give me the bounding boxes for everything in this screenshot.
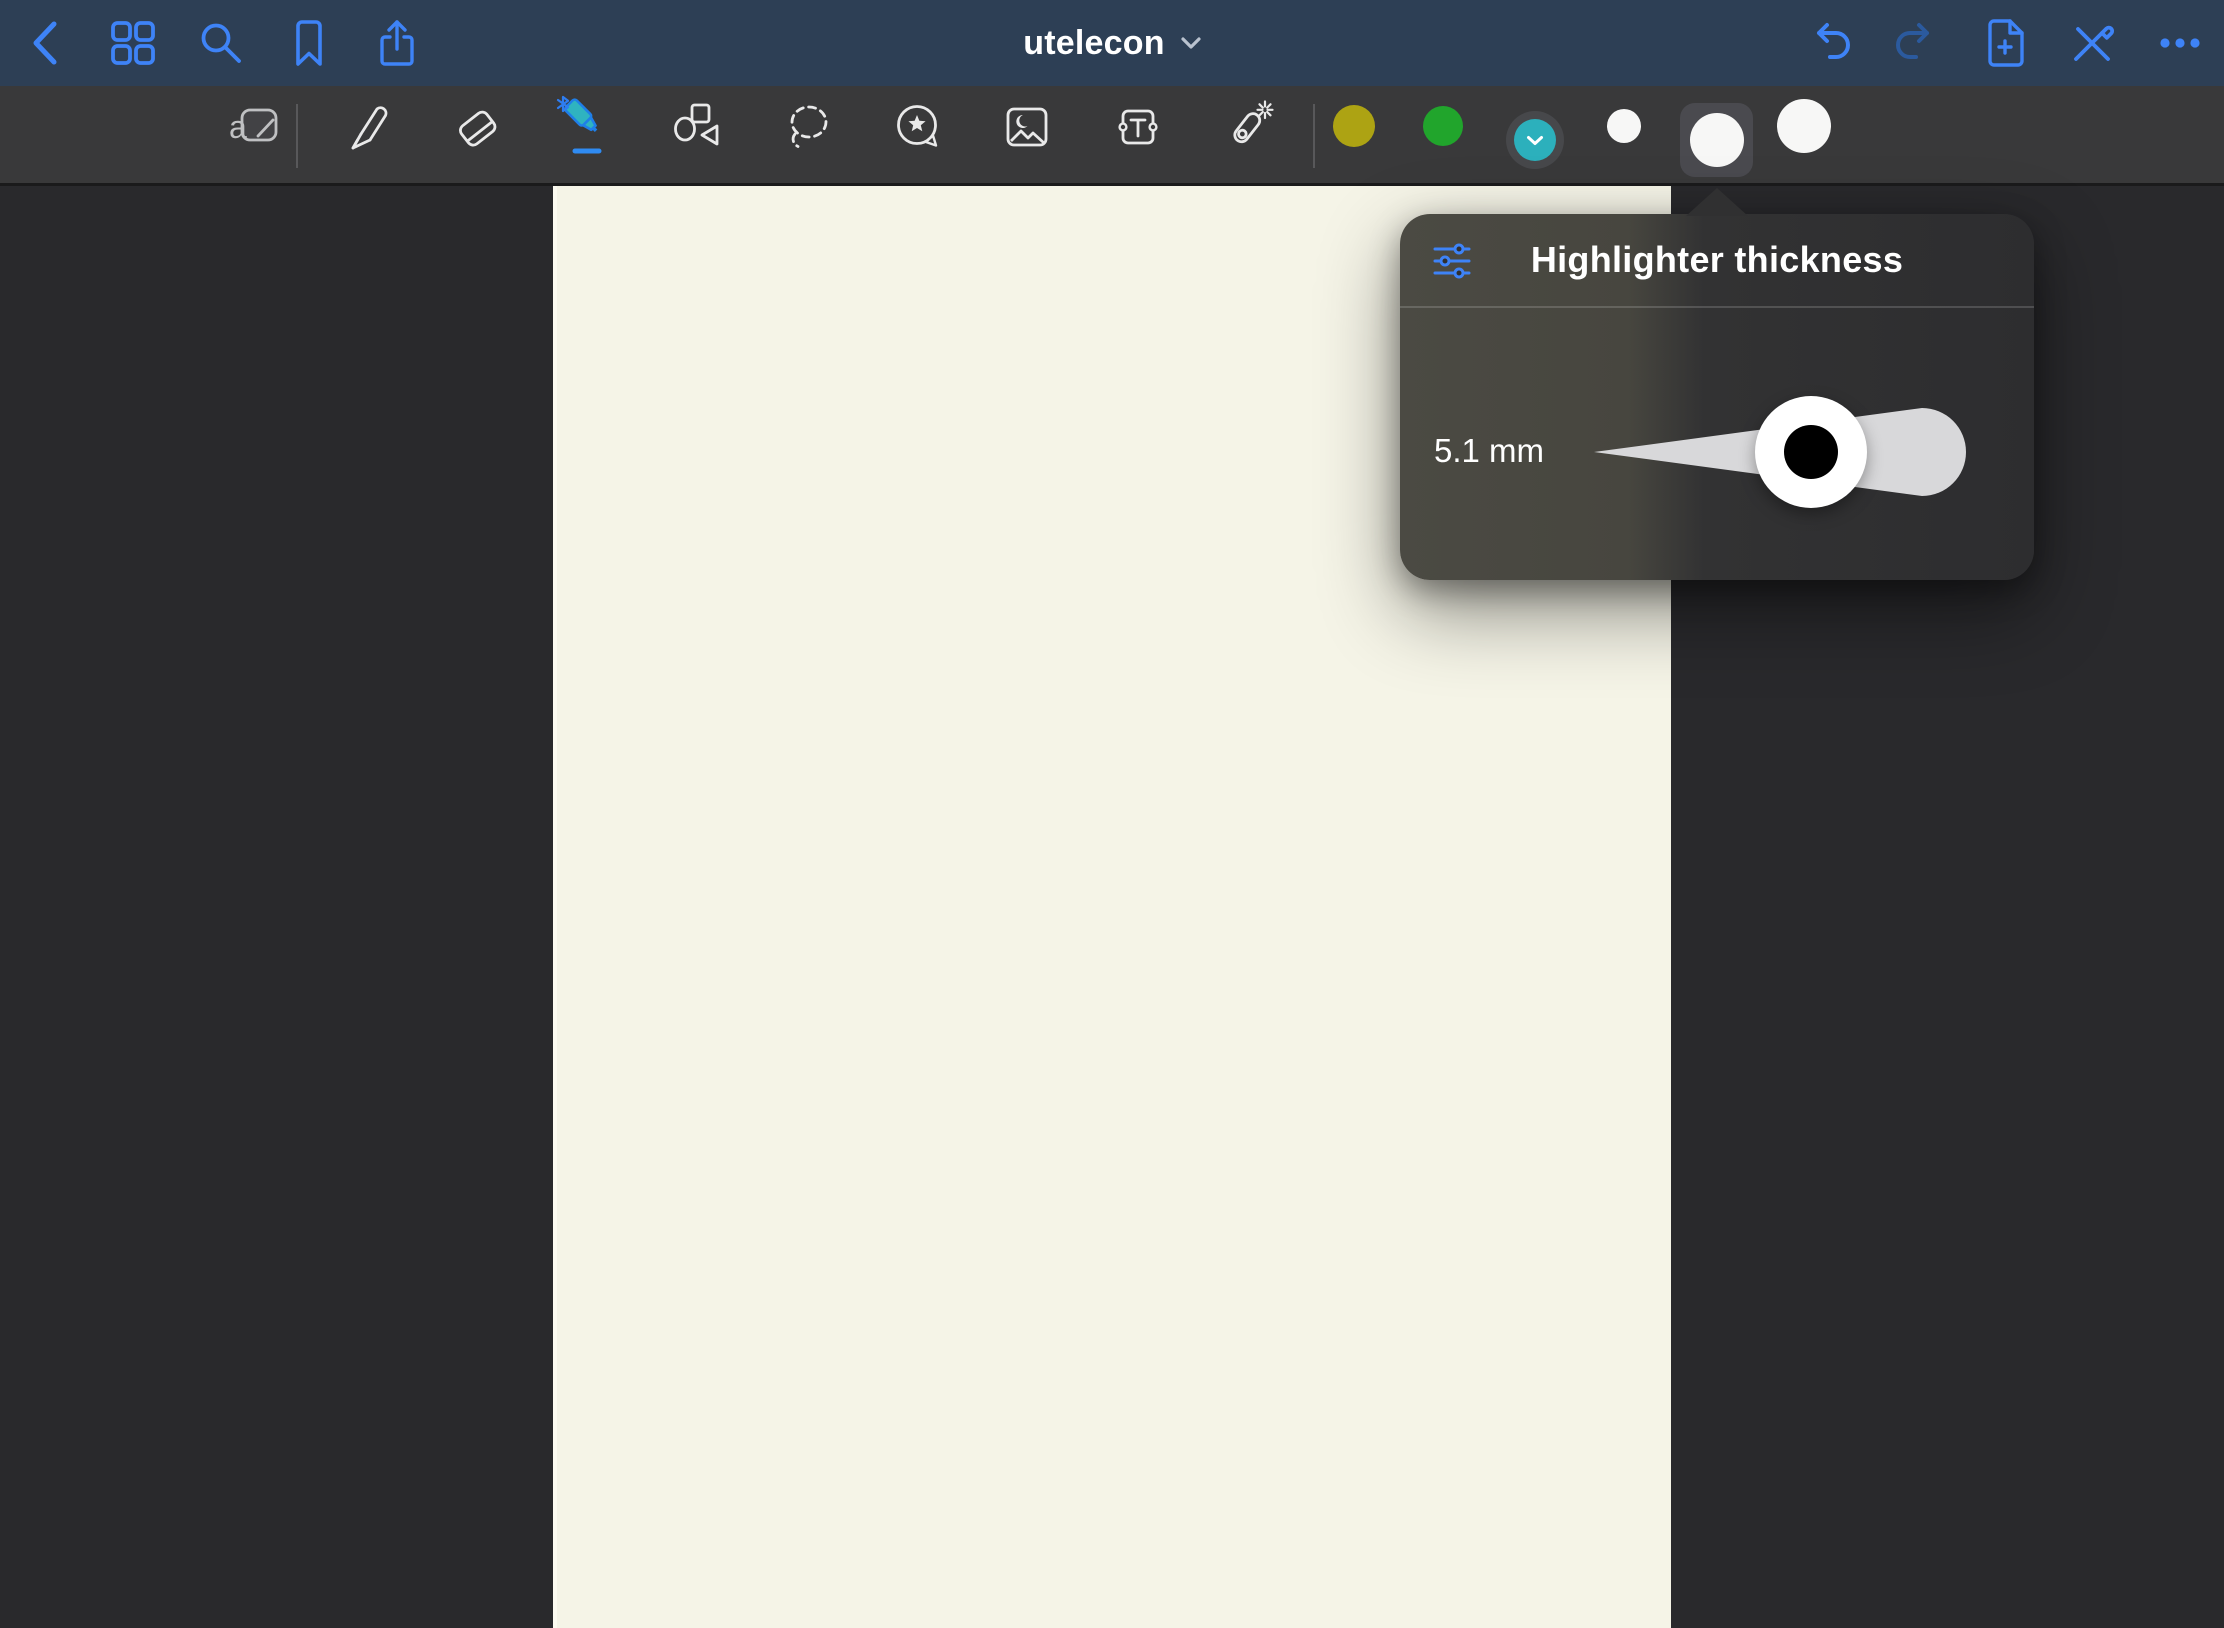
undo-button[interactable] bbox=[1801, 15, 1857, 71]
redo-icon bbox=[1891, 20, 1943, 66]
color-swatch-green[interactable] bbox=[1423, 106, 1463, 146]
lasso-tool[interactable] bbox=[776, 95, 840, 159]
zoom-window-tool[interactable]: a bbox=[224, 95, 288, 159]
pen-crossed-icon bbox=[2067, 18, 2117, 68]
elements-sticker-tool[interactable] bbox=[885, 95, 949, 159]
shapes-icon bbox=[670, 99, 726, 155]
laser-pointer-icon bbox=[1220, 99, 1276, 155]
thickness-preset-large[interactable] bbox=[1777, 99, 1831, 153]
drawing-toolbar: a bbox=[0, 86, 2224, 186]
thickness-slider-thumb[interactable] bbox=[1755, 396, 1867, 508]
highlighter-thickness-popover: Highlighter thickness 5.1 mm bbox=[1400, 214, 2034, 580]
thickness-preset-medium-selected[interactable] bbox=[1680, 103, 1753, 177]
ellipsis-icon bbox=[2152, 15, 2208, 71]
document-title: utelecon bbox=[1023, 24, 1164, 63]
thickness-preset-small[interactable] bbox=[1607, 109, 1641, 143]
eraser-tool[interactable] bbox=[446, 95, 510, 159]
app-screen: utelecon bbox=[0, 0, 2224, 1628]
add-page-icon bbox=[1979, 17, 2031, 69]
zoom-window-icon: a bbox=[227, 99, 285, 155]
image-icon bbox=[999, 99, 1055, 155]
color-swatch-yellow[interactable] bbox=[1333, 105, 1375, 147]
toolbar-divider bbox=[296, 104, 298, 168]
redo-button[interactable] bbox=[1889, 15, 1945, 71]
thickness-dot-medium bbox=[1690, 113, 1744, 167]
laser-pointer-tool[interactable] bbox=[1216, 95, 1280, 159]
more-button[interactable] bbox=[2152, 15, 2208, 71]
svg-text:a: a bbox=[229, 109, 247, 145]
add-page-button[interactable] bbox=[1977, 15, 2033, 71]
pen-icon bbox=[340, 99, 396, 155]
shapes-tool[interactable] bbox=[666, 95, 730, 159]
sticker-star-icon bbox=[889, 99, 945, 155]
settings-button[interactable] bbox=[1430, 239, 1474, 283]
readonly-mode-button[interactable] bbox=[2064, 15, 2120, 71]
image-tool[interactable] bbox=[995, 95, 1059, 159]
text-icon bbox=[1110, 99, 1166, 155]
highlighter-icon bbox=[556, 95, 620, 159]
popover-caret bbox=[1686, 188, 1748, 216]
chevron-down-icon bbox=[1181, 37, 1201, 49]
thickness-value-label: 5.1 mm bbox=[1434, 432, 1584, 470]
pen-tool[interactable] bbox=[336, 95, 400, 159]
highlighter-tool[interactable] bbox=[556, 95, 620, 159]
popover-title: Highlighter thickness bbox=[1531, 239, 1903, 281]
color-swatch-teal bbox=[1514, 119, 1556, 161]
sliders-icon bbox=[1431, 241, 1473, 281]
eraser-icon bbox=[450, 99, 506, 155]
bluetooth-icon bbox=[558, 97, 568, 111]
text-tool[interactable] bbox=[1106, 95, 1170, 159]
top-navigation-bar: utelecon bbox=[0, 0, 2224, 86]
color-swatch-teal-selected[interactable] bbox=[1506, 111, 1564, 169]
lasso-icon bbox=[780, 99, 836, 155]
toolbar-divider bbox=[1313, 104, 1315, 168]
chevron-down-icon bbox=[1526, 135, 1544, 146]
undo-icon bbox=[1803, 20, 1855, 66]
popover-header: Highlighter thickness bbox=[1400, 214, 2034, 308]
